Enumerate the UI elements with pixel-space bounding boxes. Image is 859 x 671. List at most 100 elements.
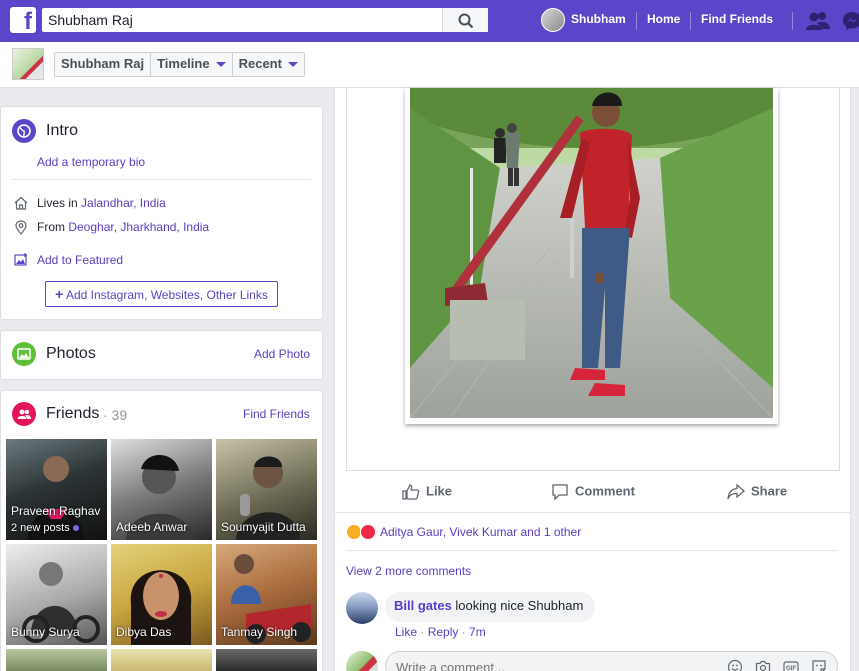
camera-icon[interactable] — [755, 659, 771, 671]
friend-name: Bunny Surya — [11, 625, 80, 639]
divider — [334, 512, 851, 513]
love-reaction-icon — [360, 524, 376, 540]
photos-title: Photos — [46, 345, 96, 362]
comment-like-link[interactable]: Like — [395, 625, 417, 639]
comment-composer: GIF — [385, 651, 838, 671]
comment-input[interactable] — [396, 660, 696, 671]
friend-name: Soumyajit Dutta — [221, 520, 306, 534]
comment-reply-link[interactable]: Reply — [428, 625, 459, 639]
tab-label: Recent — [238, 56, 282, 71]
friend-tile[interactable]: Dibya Das — [111, 544, 212, 645]
share-label: Share — [751, 483, 788, 499]
reaction-names: Aditya Gaur, Vivek Kumar and 1 other — [380, 525, 582, 539]
search-input[interactable] — [42, 8, 442, 32]
friend-tile[interactable]: Adeeb Anwar — [111, 439, 212, 540]
caret-down-icon — [215, 62, 226, 68]
nav-profile-link[interactable]: Shubham — [571, 0, 626, 42]
search-box — [42, 8, 488, 32]
from-row: From Deoghar, Jharkhand, India — [37, 220, 209, 234]
friend-requests-icon[interactable] — [805, 11, 831, 31]
post-photo[interactable] — [405, 88, 778, 424]
separator: · — [458, 625, 470, 639]
top-navigation-bar: f Shubham Home Find Friends — [0, 0, 859, 42]
featured-photo-icon — [14, 253, 27, 266]
comment-text: looking nice Shubham — [451, 598, 584, 613]
facebook-logo[interactable]: f — [10, 7, 36, 33]
friends-icon-shape — [17, 409, 31, 419]
photos-icon-shape — [17, 348, 31, 360]
commenter-avatar[interactable] — [346, 592, 378, 624]
nav-home-link[interactable]: Home — [647, 0, 680, 42]
location-pin-icon — [15, 220, 27, 235]
add-photo-link[interactable]: Add Photo — [254, 347, 310, 361]
share-button[interactable]: Share — [727, 483, 787, 501]
intro-title: Intro — [46, 122, 79, 139]
add-to-featured-link[interactable]: Add to Featured — [37, 253, 123, 267]
friend-name: Adeeb Anwar — [116, 520, 188, 534]
add-bio-link[interactable]: Add a temporary bio — [37, 155, 145, 169]
tab-label: Timeline — [157, 56, 210, 71]
caret-down-icon — [287, 62, 298, 68]
separator: · — [417, 625, 428, 639]
lives-in-link[interactable]: Jalandhar, India — [81, 196, 166, 210]
friend-tile[interactable]: Soumyajit Dutta — [216, 439, 317, 540]
profile-thumbnail[interactable] — [12, 48, 44, 80]
thumbs-up-icon — [402, 484, 420, 500]
from-label: From — [37, 220, 69, 234]
search-button[interactable] — [442, 8, 488, 32]
svg-text:GIF: GIF — [786, 666, 796, 671]
nav-divider — [690, 12, 691, 30]
add-to-featured-label: Add to Featured — [37, 253, 124, 267]
comment-button[interactable]: Comment — [551, 483, 635, 501]
friend-new-posts-label: 2 new posts — [11, 522, 70, 534]
tab-recent[interactable]: Recent — [233, 53, 304, 76]
gif-icon[interactable]: GIF — [783, 659, 799, 671]
messenger-icon[interactable] — [842, 11, 859, 31]
find-friends-link[interactable]: Find Friends — [243, 407, 310, 421]
nav-divider — [636, 12, 637, 30]
divider — [346, 550, 838, 551]
emoji-icon[interactable] — [727, 659, 743, 671]
tab-timeline[interactable]: Timeline — [151, 53, 233, 76]
globe-icon-shape — [17, 124, 31, 138]
friends-title: Friends — [46, 405, 100, 422]
comment-label: Comment — [575, 483, 635, 499]
comment-author-link[interactable]: Bill gates — [394, 598, 452, 613]
nav-avatar[interactable] — [541, 8, 565, 32]
profile-tabs: Shubham Raj Timeline Recent — [54, 52, 305, 77]
post-photo-image — [410, 88, 773, 418]
from-link[interactable]: Deoghar, Jharkhand, India — [68, 220, 209, 234]
comment-timestamp[interactable]: 7m — [469, 625, 486, 639]
divider — [12, 179, 311, 180]
post-photo-drawing — [410, 88, 773, 418]
friend-tile[interactable]: Bunny Surya — [6, 544, 107, 645]
view-more-comments-link[interactable]: View 2 more comments — [346, 564, 471, 578]
reactions-summary[interactable]: Aditya Gaur, Vivek Kumar and 1 other — [346, 524, 581, 540]
comment-icon — [552, 484, 568, 501]
add-links-button[interactable]: + Add Instagram, Websites, Other Links — [45, 281, 278, 307]
friend-tile[interactable]: Praveen Raghav 2 new posts — [6, 439, 107, 540]
lives-in-label: Lives in — [37, 196, 82, 210]
comment-bubble: Bill gates looking nice Shubham — [385, 592, 596, 622]
new-posts-dot — [72, 525, 79, 532]
friend-tile[interactable] — [6, 649, 107, 671]
sticker-icon[interactable] — [811, 659, 827, 671]
lives-in-row: Lives in Jalandhar, India — [37, 196, 166, 210]
friend-tile[interactable] — [216, 649, 317, 671]
share-icon — [727, 483, 745, 500]
like-label: Like — [426, 483, 453, 499]
friend-tile[interactable]: Tanmay Singh — [216, 544, 317, 645]
nav-divider — [792, 12, 793, 30]
tab-profile-name[interactable]: Shubham Raj — [55, 53, 152, 76]
like-button[interactable]: Like — [402, 483, 452, 501]
plus-icon: + — [55, 286, 64, 302]
nav-find-friends-link[interactable]: Find Friends — [701, 0, 773, 42]
photos-icon — [12, 342, 36, 366]
friend-name: Tanmay Singh — [221, 625, 298, 639]
friend-name: Praveen Raghav — [11, 504, 101, 518]
profile-subheader: Shubham Raj Timeline Recent — [0, 42, 859, 88]
friend-name: Dibya Das — [116, 625, 172, 639]
friends-icon — [12, 402, 36, 426]
friend-tile[interactable] — [111, 649, 212, 671]
tab-label: Shubham Raj — [61, 56, 145, 71]
